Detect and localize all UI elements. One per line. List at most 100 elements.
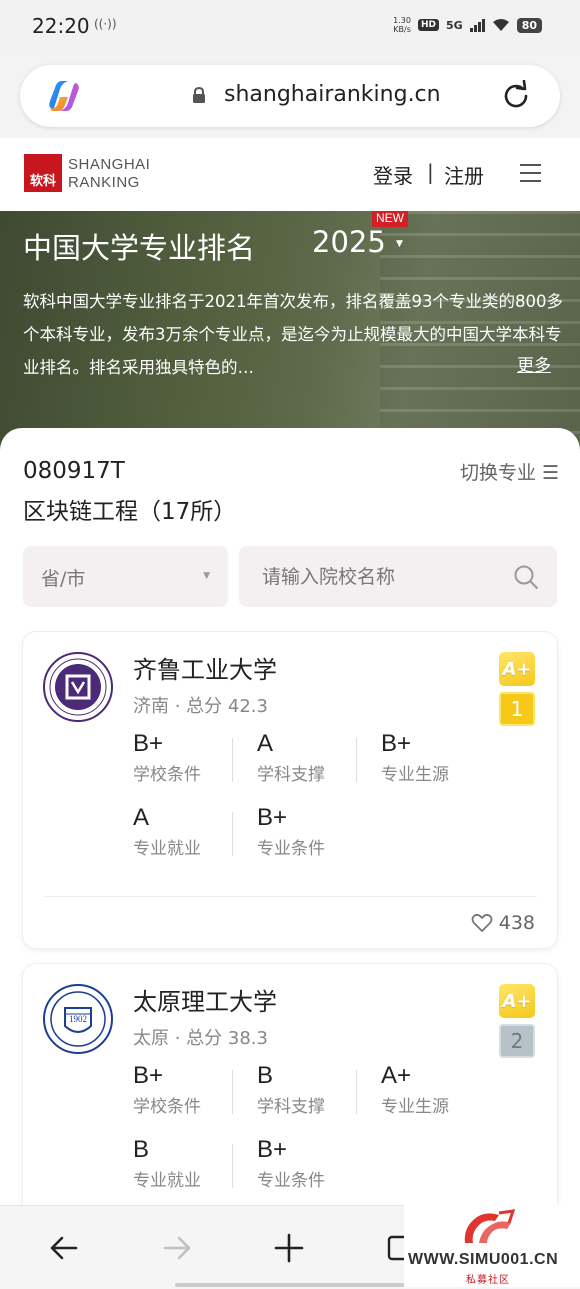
score-label: 专业就业: [133, 839, 201, 859]
address-bar[interactable]: shanghairanking.cn: [20, 65, 560, 127]
score-value: B+: [133, 730, 164, 757]
score-value: A+: [381, 1062, 412, 1089]
score-student-source: A+ 专业生源: [381, 1062, 449, 1117]
logo-line2: RANKING: [68, 174, 140, 191]
network-type: 5G: [446, 18, 463, 32]
year-selector[interactable]: 2025: [312, 225, 386, 259]
score-label: 专业生源: [381, 1097, 449, 1117]
simu-watermark-logo: [464, 1209, 516, 1243]
new-badge: NEW: [372, 211, 408, 227]
watermark-subtext: 私募社区: [466, 1275, 510, 1286]
back-arrow-icon[interactable]: [48, 1232, 80, 1264]
hero-banner: 中国大学专业排名 2025 ▼ NEW 软科中国大学专业排名于2021年首次发布…: [0, 211, 580, 451]
grade-badge: A+: [499, 652, 535, 686]
new-tab-plus-icon[interactable]: [273, 1232, 305, 1264]
score-value: B+: [257, 1136, 288, 1163]
score-value: B+: [257, 804, 288, 831]
watermark-text: WWW.SIMU001.CN: [408, 1251, 559, 1268]
hero-title: 中国大学专业排名: [23, 231, 256, 265]
grade-badge: A+: [499, 984, 535, 1018]
like-count: 438: [498, 912, 535, 934]
logo-cn-text: 软科: [29, 174, 56, 189]
divider: [232, 738, 233, 782]
reload-icon[interactable]: [500, 80, 532, 112]
status-time: 22:20: [32, 14, 90, 38]
province-select-label: 省/市: [41, 568, 86, 590]
login-link[interactable]: 登录: [373, 160, 413, 189]
rank-badge: 2: [499, 1024, 535, 1058]
caret-down-icon[interactable]: ▼: [396, 239, 403, 249]
score-discipline-support: B 学科支撑: [257, 1062, 325, 1117]
svg-text:1902: 1902: [69, 1014, 87, 1024]
network-speed: 1.30 KB/s: [393, 16, 411, 34]
shanghai-ranking-logo[interactable]: 软科: [24, 154, 62, 192]
school-search-input[interactable]: [239, 546, 557, 607]
hd-badge: HD: [417, 19, 439, 31]
logo-wordmark[interactable]: SHANGHAI RANKING: [68, 156, 150, 192]
forward-arrow-icon[interactable]: [161, 1232, 193, 1264]
like-button[interactable]: 438: [471, 912, 535, 934]
url-text[interactable]: shanghairanking.cn: [224, 82, 441, 107]
score-major-conditions: B+ 专业条件: [257, 804, 325, 859]
score-employment: A 专业就业: [133, 804, 201, 859]
major-name: 区块链工程（17所）: [23, 499, 237, 525]
hero-description: 软科中国大学专业排名于2021年首次发布，排名覆盖93个专业类的800多个本科专…: [23, 292, 563, 377]
school-card[interactable]: 1902 太原理工大学 太原 · 总分 38.3 A+ 2 B+ 学校条件 B …: [22, 963, 558, 1223]
score-school-conditions: B+ 学校条件: [133, 730, 201, 785]
card-divider: [43, 896, 537, 897]
major-code: 080917T: [23, 458, 125, 484]
signal-icon: [469, 18, 485, 32]
hamburger-menu-icon[interactable]: [520, 164, 541, 182]
score-school-conditions: B+ 学校条件: [133, 1062, 201, 1117]
score-label: 专业条件: [257, 839, 325, 859]
score-label: 学科支撑: [257, 765, 325, 785]
main-panel: 080917T 区块链工程（17所） 切换专业 ☰ 省/市 ▼ 齐鲁工业大学 济…: [0, 428, 580, 1223]
taiyuan-university-logo: 1902: [43, 984, 113, 1054]
score-value: B+: [381, 730, 412, 757]
score-discipline-support: A 学科支撑: [257, 730, 325, 785]
copilot-icon[interactable]: [46, 79, 82, 113]
score-label: 学科支撑: [257, 1097, 325, 1117]
divider: [232, 1144, 233, 1188]
status-bar: 22:20 ((·)) 1.30 KB/s HD 5G 80: [0, 0, 580, 56]
score-major-conditions: B+ 专业条件: [257, 1136, 325, 1191]
divider: [232, 812, 233, 856]
divider: [356, 1070, 357, 1114]
score-label: 专业就业: [133, 1171, 201, 1191]
site-header: 软科 SHANGHAI RANKING 登录 | 注册: [0, 138, 580, 211]
divider: [356, 738, 357, 782]
score-label: 专业生源: [381, 765, 449, 785]
school-name[interactable]: 太原理工大学: [133, 982, 277, 1017]
register-link[interactable]: 注册: [444, 160, 484, 189]
lock-icon: [193, 87, 205, 103]
score-value: A: [133, 804, 150, 831]
school-meta: 济南 · 总分 42.3: [133, 696, 268, 717]
home-indicator: [175, 1283, 405, 1287]
province-select[interactable]: 省/市 ▼: [23, 546, 228, 607]
score-employment: B 专业就业: [133, 1136, 201, 1191]
school-card[interactable]: 齐鲁工业大学 济南 · 总分 42.3 A+ 1 B+ 学校条件 A 学科支撑 …: [22, 631, 558, 949]
logo-line1: SHANGHAI: [68, 156, 151, 173]
rank-badge: 1: [499, 692, 535, 726]
score-value: A: [257, 730, 274, 757]
school-name[interactable]: 齐鲁工业大学: [133, 650, 277, 685]
caret-down-icon: ▼: [203, 571, 210, 581]
switch-major-button[interactable]: 切换专业 ☰: [460, 458, 559, 485]
qilu-university-logo: [43, 652, 113, 722]
battery-indicator: 80: [516, 17, 542, 33]
heart-icon: [471, 913, 493, 932]
score-student-source: B+ 专业生源: [381, 730, 449, 785]
score-value: B: [133, 1136, 150, 1163]
header-separator: |: [427, 160, 434, 184]
score-value: B+: [133, 1062, 164, 1089]
score-label: 专业条件: [257, 1171, 325, 1191]
status-icons: 1.30 KB/s HD 5G 80: [393, 16, 542, 34]
score-label: 学校条件: [133, 1097, 201, 1117]
wifi-icon: [492, 19, 509, 31]
hotspot-icon: ((·)): [94, 17, 117, 31]
search-icon[interactable]: [513, 564, 539, 590]
watermark: WWW.SIMU001.CN 私募社区: [404, 1205, 580, 1287]
more-link[interactable]: 更多: [517, 351, 551, 376]
score-label: 学校条件: [133, 765, 201, 785]
divider: [232, 1070, 233, 1114]
